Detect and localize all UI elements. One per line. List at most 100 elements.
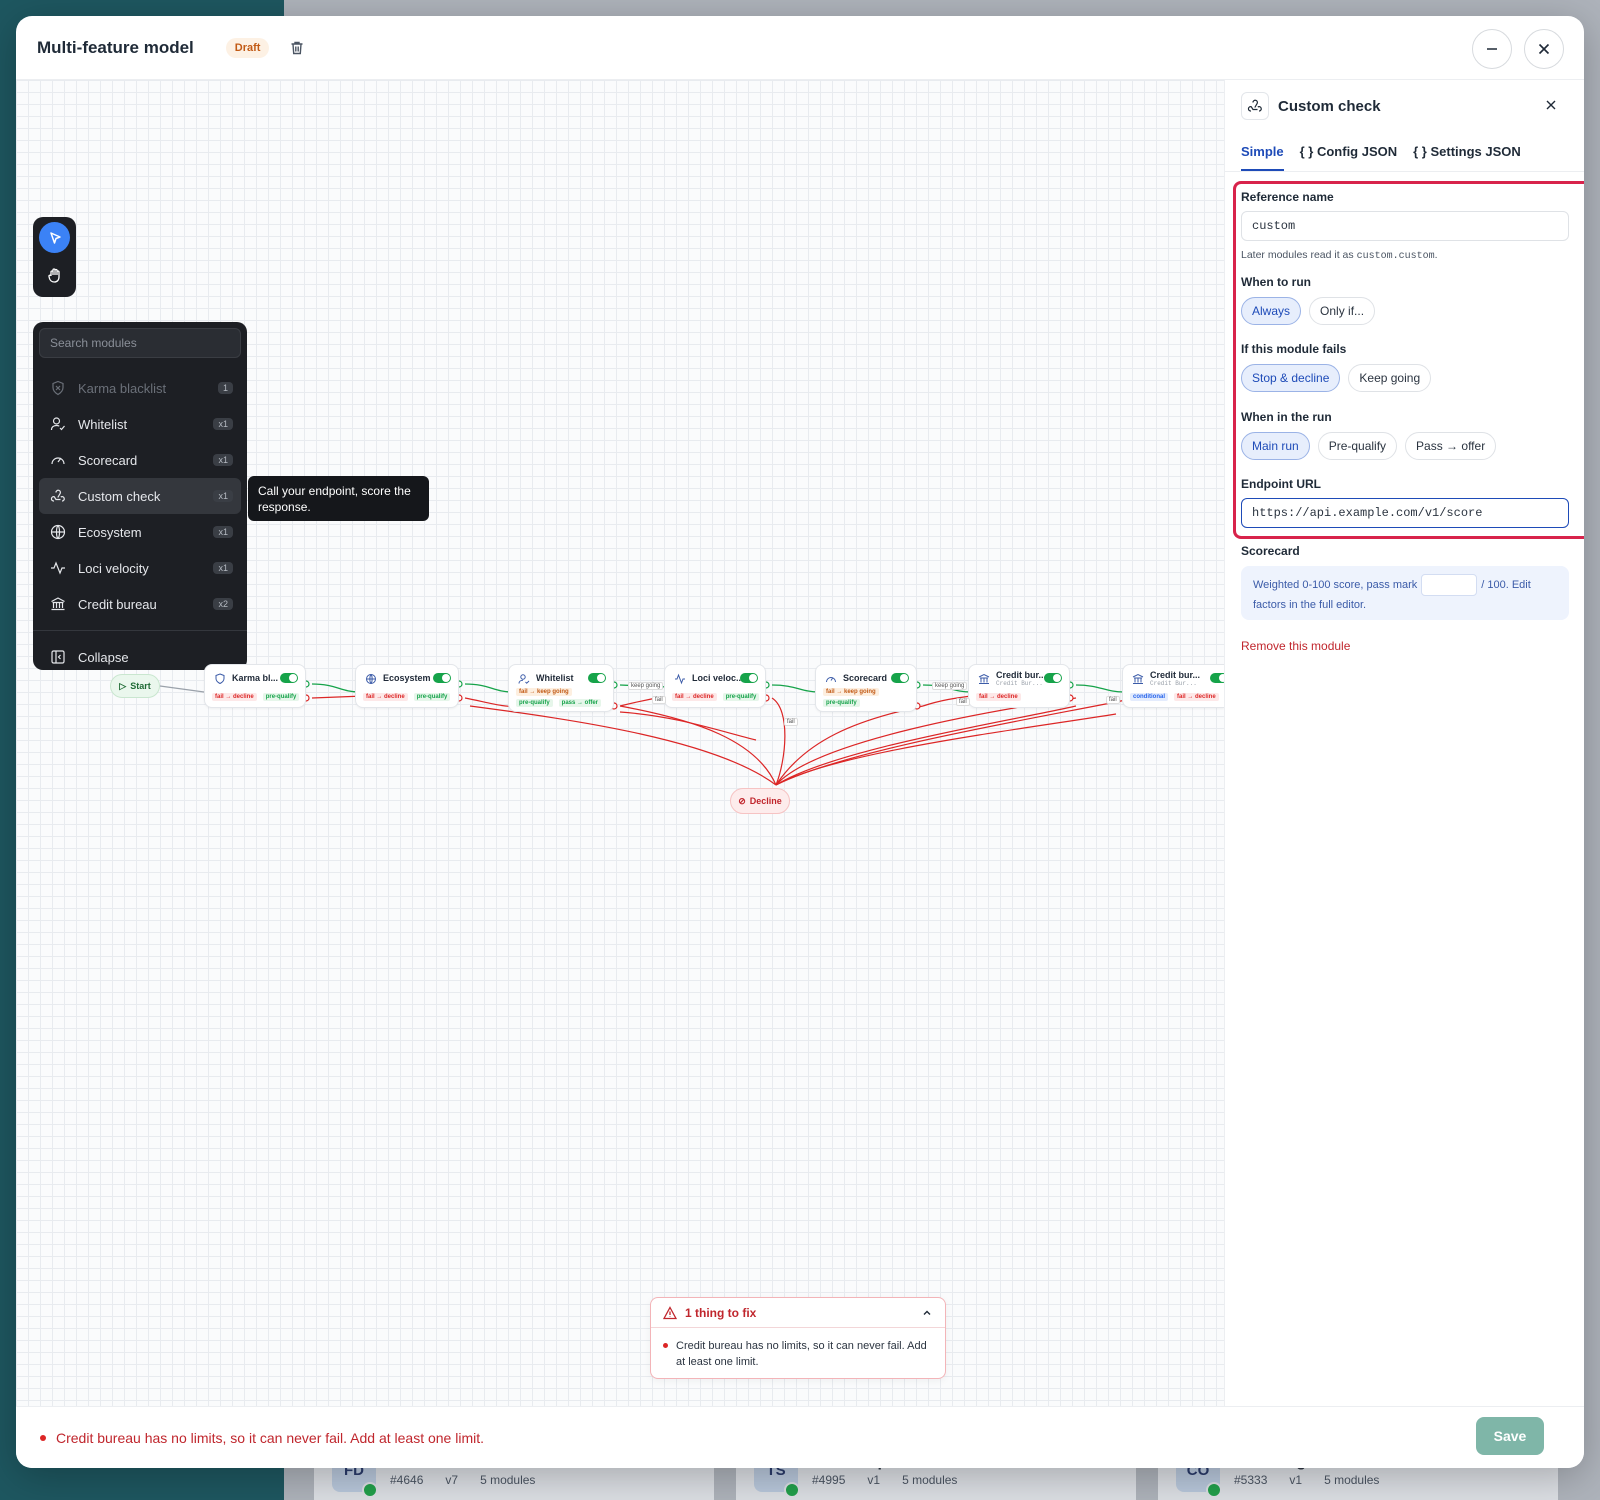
play-icon: ▷ [119, 680, 127, 691]
reference-name-input[interactable]: custom [1241, 211, 1569, 241]
modal-header: Multi-feature model Draft [16, 16, 1584, 80]
endpoint-label: Endpoint URL [1241, 477, 1321, 491]
reference-help: Later modules read it as custom.custom. [1241, 249, 1438, 262]
option-always[interactable]: Always [1241, 297, 1302, 325]
pass-mark-input[interactable] [1421, 574, 1478, 596]
option-stop-decline[interactable]: Stop & decline [1241, 364, 1341, 392]
modal-footer: Credit bureau has no limits, so it can n… [16, 1406, 1584, 1468]
flow-node-whitelist[interactable]: Whitelist fail → keep going pre-qualify p… [508, 664, 614, 712]
decline-node[interactable]: ⊘ Decline [730, 788, 790, 814]
option-only-if[interactable]: Only if... [1309, 297, 1376, 325]
issues-header[interactable]: 1 thing to fix [651, 1298, 945, 1328]
node-tag: pre-qualify [823, 699, 860, 707]
node-toggle[interactable] [1044, 673, 1062, 683]
edge-fail [469, 705, 777, 786]
edge-fail [771, 697, 786, 786]
node-tag: pass → offer [558, 699, 602, 707]
option-main-run[interactable]: Main run [1241, 432, 1310, 460]
flow-node-credit-bureau[interactable]: Credit bur... Credit Bur... fail → decli… [968, 664, 1070, 708]
edge-fail [775, 713, 1117, 786]
card-version: v1 [1289, 1473, 1303, 1487]
minimize-button[interactable] [1472, 29, 1512, 69]
node-tag: fail → keep going [823, 688, 879, 696]
scorecard-info: Weighted 0-100 score, pass mark/ 100. Ed… [1241, 566, 1569, 620]
reference-label: Reference name [1241, 190, 1334, 204]
option-pass-offer[interactable]: Pass → offer [1405, 432, 1497, 460]
chevron-up-icon[interactable] [921, 1307, 933, 1319]
flow-node-ecosystem[interactable]: Ecosystem fail → decline pre-qualify [355, 664, 459, 708]
save-button[interactable]: Save [1476, 1417, 1544, 1455]
tab-settings-json[interactable]: { } Settings JSON [1413, 144, 1521, 171]
warning-icon [663, 1305, 677, 1319]
status-badge: Draft [225, 37, 270, 58]
run-stage-label: When in the run [1241, 410, 1332, 424]
scorecard-text: Weighted 0-100 score, pass mark [1253, 578, 1418, 591]
edge-success [464, 683, 513, 693]
webhook-icon [1241, 92, 1269, 120]
start-node[interactable]: ▷ Start [110, 674, 160, 698]
remove-module-link[interactable]: Remove this module [1241, 639, 1350, 653]
card-modules: 5 modules [1324, 1473, 1380, 1487]
edge-success [771, 684, 820, 693]
on-fail-label: If this module fails [1241, 342, 1347, 356]
node-toggle[interactable] [280, 673, 298, 683]
node-tag: fail → keep going [516, 688, 572, 696]
close-button[interactable] [1524, 29, 1564, 69]
flow-canvas[interactable]: Search modules Karma blacklist 1 Whiteli… [16, 80, 1228, 1406]
panel-header: Custom check [1225, 80, 1584, 132]
tab-config-json[interactable]: { } Config JSON [1300, 144, 1398, 171]
card-modules: 5 modules [902, 1473, 958, 1487]
edge-label: keep going [628, 682, 664, 690]
globe-icon [366, 674, 376, 684]
node-tag: conditional [1130, 693, 1168, 701]
issues-panel: 1 thing to fix Credit bureau has no limi… [650, 1297, 946, 1379]
node-toggle[interactable] [891, 673, 909, 683]
edge-label: fail [652, 696, 666, 704]
node-subtitle: Credit Bur... [1150, 680, 1197, 687]
edge-fail [619, 705, 777, 786]
issues-title: 1 thing to fix [685, 1305, 757, 1320]
close-icon[interactable] [1544, 98, 1558, 112]
tab-simple[interactable]: Simple [1241, 144, 1284, 171]
node-title: Scorecard [843, 673, 888, 683]
node-toggle[interactable] [433, 673, 451, 683]
decline-label: Decline [749, 796, 782, 806]
node-tag: pre-qualify [413, 693, 451, 701]
trash-icon[interactable] [289, 40, 305, 56]
panel-tabs: Simple { } Config JSON { } Settings JSON [1225, 132, 1584, 172]
card-version: v7 [445, 1473, 459, 1487]
bank-icon [1132, 673, 1144, 684]
node-tag: fail → decline [976, 693, 1021, 701]
edge-label: keep going [932, 682, 968, 690]
reference-section: Reference name custom Later modules read… [1241, 190, 1569, 262]
flow-node-scorecard[interactable]: Scorecard fail → keep going pre-qualify [815, 664, 917, 712]
user-check-icon [518, 674, 530, 684]
endpoint-url-input[interactable]: https://api.example.com/v1/score [1241, 498, 1569, 528]
flow-node-karma[interactable]: Karma bl... fail → decline pre-qualify [204, 664, 306, 708]
node-tag: fail → decline [1174, 693, 1219, 701]
endpoint-section: Endpoint URL https://api.example.com/v1/… [1241, 477, 1569, 528]
node-title: Whitelist [536, 673, 574, 683]
node-title: Credit bur... [996, 670, 1047, 680]
edge-label: fail [956, 698, 970, 706]
edge-fail [619, 711, 757, 741]
flow-edges [159, 680, 1127, 786]
node-subtitle: Credit Bur... [996, 680, 1043, 687]
edge-fail [775, 699, 1127, 786]
flow-node-credit-bureau-2[interactable]: Credit bur... Credit Bur... conditional f… [1122, 664, 1228, 708]
node-toggle[interactable] [588, 673, 606, 683]
bank-icon [978, 673, 990, 684]
on-fail-section: If this module fails Stop & decline Keep… [1241, 342, 1432, 392]
issue-message: Credit bureau has no limits, so it can n… [651, 1328, 945, 1370]
node-title: Credit bur... [1150, 670, 1201, 680]
node-toggle[interactable] [740, 673, 758, 683]
option-pre-qualify[interactable]: Pre-qualify [1317, 432, 1398, 460]
node-tag: pre-qualify [722, 693, 760, 701]
module-settings-panel: Custom check Simple { } Config JSON { } … [1224, 80, 1584, 1406]
edge-success [311, 683, 360, 693]
scorecard-label: Scorecard [1241, 544, 1300, 558]
scorecard-section: Scorecard Weighted 0-100 score, pass mar… [1241, 544, 1569, 620]
minus-icon [1487, 48, 1497, 50]
flow-node-loci-velocity[interactable]: Loci veloc... fail → decline pre-qualify [664, 664, 766, 708]
option-keep-going[interactable]: Keep going [1348, 364, 1432, 392]
